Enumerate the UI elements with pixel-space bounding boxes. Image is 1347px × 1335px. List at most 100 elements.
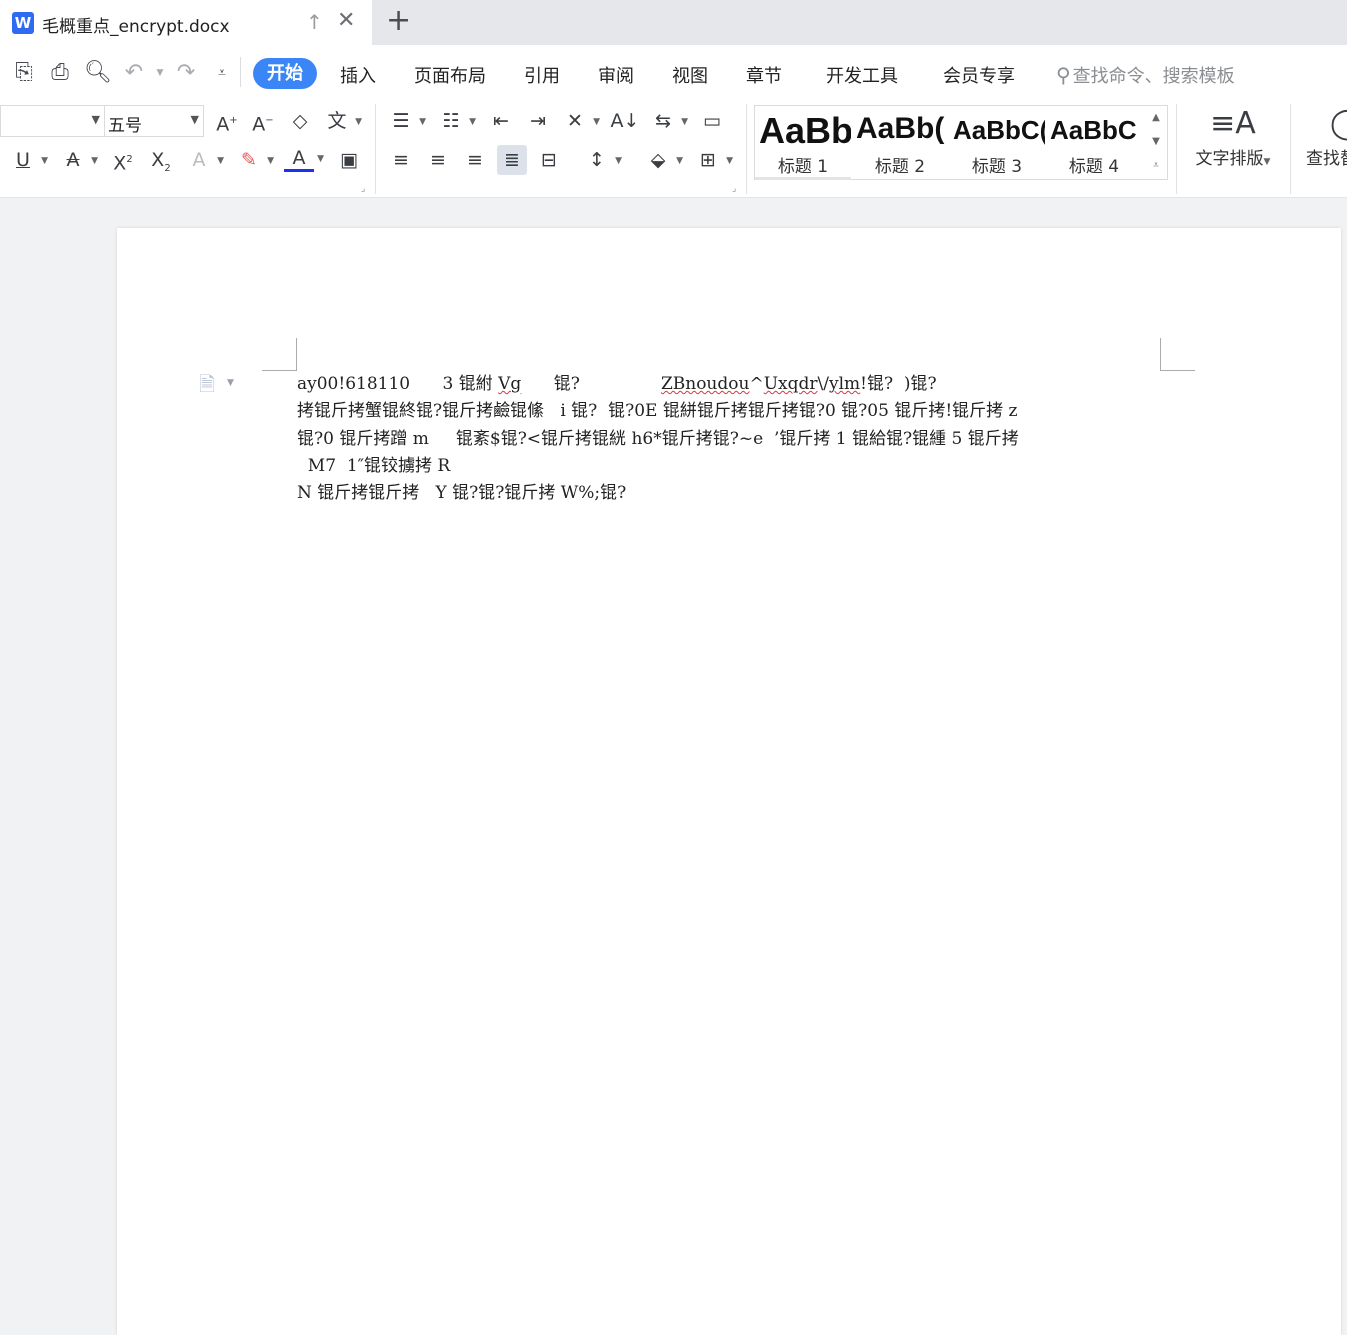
doc-text-run: ay00!618110 3 锟紨 (297, 374, 499, 394)
tab-start[interactable]: 开始 (253, 58, 317, 89)
chinese-layout-icon[interactable]: ✕ ▼ (560, 106, 600, 136)
close-tab-icon[interactable]: ✕ (337, 8, 355, 33)
style-heading-1[interactable]: AaBb 标题 1 (755, 106, 851, 180)
font-size-select[interactable]: 五号 ▼ (104, 105, 204, 137)
show-hide-marks-icon[interactable]: ⇆ ▼ (648, 106, 688, 136)
clear-format-eraser-icon[interactable]: ◇ (285, 106, 315, 136)
style-sample: AaBb( (856, 112, 945, 145)
text-layout-label: 文字排版 (1195, 149, 1264, 169)
increase-indent-icon[interactable]: ⇥ (523, 106, 553, 136)
align-left-icon[interactable]: ≡ (386, 145, 416, 175)
spelling-error-run: ylm (828, 374, 861, 394)
justify-icon[interactable]: ≣ (497, 145, 527, 175)
redo-icon[interactable]: ↷ (172, 59, 200, 87)
spelling-error-run: Vg (498, 374, 522, 394)
save-icon[interactable]: ⎘ (10, 59, 38, 87)
subscript-icon[interactable]: X2 (146, 145, 176, 175)
chevron-down-icon: ▼ (190, 113, 199, 126)
text-layout-button[interactable]: ≡A 文字排版▼ (1188, 104, 1278, 169)
doc-line-2: 拷锟斤拷蟹锟終锟?锟斤拷鹼锟絛 i 锟? 锟?0E 锟絣锟斤拷锟斤拷锟?0 锟?… (297, 401, 1018, 422)
divider (240, 57, 241, 87)
undo-dropdown-icon[interactable]: ▼ (146, 59, 174, 87)
phonetic-guide-icon[interactable]: 文 ▼ (322, 106, 362, 136)
tab-view[interactable]: 视图 (672, 62, 708, 88)
tab-section[interactable]: 章节 (746, 62, 782, 88)
divider (746, 104, 747, 194)
distributed-align-icon[interactable]: ⊟ (534, 145, 564, 175)
underline-icon[interactable]: U ▼ (8, 145, 48, 175)
grow-font-icon[interactable]: A+ (212, 106, 242, 136)
divider (375, 104, 376, 194)
new-tab-plus-icon[interactable]: + (386, 4, 411, 38)
line-spacing-icon[interactable]: ↕ ▼ (582, 145, 622, 175)
document-tab[interactable]: W 毛概重点_encrypt.docx ↑ ✕ (0, 0, 372, 45)
document-page[interactable]: 🗎 ▼ ay00!618110 3 锟紨 Vg 锟? ZBnoudou^Uxqdr… (117, 228, 1341, 1335)
numbered-list-icon[interactable]: ☷ ▼ (436, 106, 476, 136)
doc-text-run: 锟? (521, 374, 661, 394)
style-sample: AaBbC (1050, 115, 1137, 145)
document-tab-title: 毛概重点_encrypt.docx (42, 17, 230, 37)
borders-icon[interactable]: ⊞ ▼ (693, 145, 733, 175)
paragraph-dialog-launcher-icon[interactable]: ⌟ (732, 184, 736, 194)
decrease-indent-icon[interactable]: ⇤ (486, 106, 516, 136)
style-heading-2[interactable]: AaBb( 标题 2 (852, 106, 948, 180)
style-heading-3[interactable]: AaBbC( 标题 3 (949, 106, 1045, 180)
find-replace-button[interactable]: ◯ 查找替 (1302, 104, 1347, 169)
style-gallery: AaBb 标题 1 AaBb( 标题 2 AaBbC( 标题 3 AaBbC 标… (754, 105, 1168, 180)
doc-text-run: !锟? )锟? (860, 374, 937, 394)
highlight-marker-icon[interactable]: ✎ ▼ (234, 145, 274, 175)
undo-icon[interactable]: ↶ (120, 59, 148, 87)
doc-text-run: ^ (749, 374, 764, 394)
doc-text-run: \/ (817, 374, 829, 394)
tab-insert[interactable]: 插入 (340, 62, 376, 88)
chevron-down-icon: ▼ (1263, 157, 1271, 167)
gallery-scroll-up-icon[interactable]: ▲ (1145, 106, 1167, 130)
sort-icon[interactable]: A↓ (610, 106, 640, 136)
font-dialog-launcher-icon[interactable]: ⌟ (361, 184, 365, 194)
strikethrough-icon[interactable]: A ▼ (58, 145, 99, 175)
font-color-icon[interactable]: A ▼ (284, 145, 324, 172)
text-layout-icon: ≡A (1210, 106, 1256, 141)
find-replace-label: 查找替 (1306, 149, 1347, 169)
tab-stops-ruler-icon[interactable]: ▭ (697, 106, 727, 136)
font-name-select[interactable]: ▼ (0, 105, 104, 137)
shading-bucket-icon[interactable]: ⬙ ▼ (643, 145, 683, 175)
tab-review[interactable]: 审阅 (598, 62, 634, 88)
tab-developer-tools[interactable]: 开发工具 (826, 62, 898, 88)
style-sample: AaBbC( (953, 115, 1045, 145)
align-center-icon[interactable]: ≡ (423, 145, 453, 175)
spelling-error-run: ZBnoudou (660, 374, 750, 394)
chevron-down-icon: ▼ (91, 113, 100, 126)
customize-toolbar-icon[interactable]: ⩡ (208, 59, 236, 87)
shrink-font-icon[interactable]: A− (248, 106, 278, 136)
paragraph-handle-icon[interactable]: 🗎 ▼ (199, 370, 239, 396)
print-icon[interactable]: ⎙ (46, 59, 74, 87)
ribbon: ▼ 五号 ▼ A+ A− ◇ 文 ▼ U ▼ A ▼ X2 X2 A ▼ ✎ ▼ A ▼ ▣… (0, 100, 1347, 198)
pin-up-arrow-icon[interactable]: ↑ (306, 10, 323, 34)
menu-bar: ⎘ ⎙ 🔍︎ ↶ ▼ ↷ ⩡ 开始 插入 页面布局 引用 审阅 视图 章节 开发… (0, 45, 1347, 100)
character-border-icon[interactable]: ▣ (334, 145, 364, 175)
command-search-placeholder: 查找命令、搜索模板 (1072, 66, 1235, 87)
style-label: 标题 3 (971, 157, 1023, 177)
print-preview-icon[interactable]: 🔍︎ (84, 59, 112, 87)
font-size-value: 五号 (108, 116, 142, 136)
tab-page-layout[interactable]: 页面布局 (414, 62, 486, 88)
doc-line-3: 锟?0 锟斤拷蹭 m 锟紊$锟?<锟斤拷锟絖 h6*锟斤拷锟?~e ’锟斤拷 1… (297, 428, 1019, 449)
gallery-expand-icon[interactable]: ⩡ (1145, 154, 1167, 178)
align-right-icon[interactable]: ≡ (460, 145, 490, 175)
command-search[interactable]: ⚲ 查找命令、搜索模板 (1056, 62, 1235, 88)
document-body[interactable]: ay00!618110 3 锟紨 Vg 锟? ZBnoudou^Uxqdr\/y… (297, 371, 1167, 507)
gallery-scroll-down-icon[interactable]: ▼ (1145, 130, 1167, 154)
tab-member-exclusive[interactable]: 会员专享 (943, 62, 1015, 88)
find-icon: ◯ (1330, 106, 1347, 141)
margin-corner-mark (262, 338, 297, 371)
text-effect-icon[interactable]: A ▼ (184, 145, 225, 175)
style-heading-4[interactable]: AaBbC 标题 4 (1046, 106, 1142, 180)
bullet-list-icon[interactable]: ☰ ▼ (386, 106, 426, 136)
superscript-icon[interactable]: X2 (108, 145, 138, 175)
style-label: 标题 4 (1068, 157, 1120, 177)
doc-line-1: ay00!618110 3 锟紨 Vg 锟? ZBnoudou^Uxqdr\/y… (297, 371, 1167, 398)
spelling-error-run: Uxqdr (763, 374, 818, 394)
tab-references[interactable]: 引用 (524, 62, 560, 88)
style-sample: AaBb (759, 110, 851, 151)
